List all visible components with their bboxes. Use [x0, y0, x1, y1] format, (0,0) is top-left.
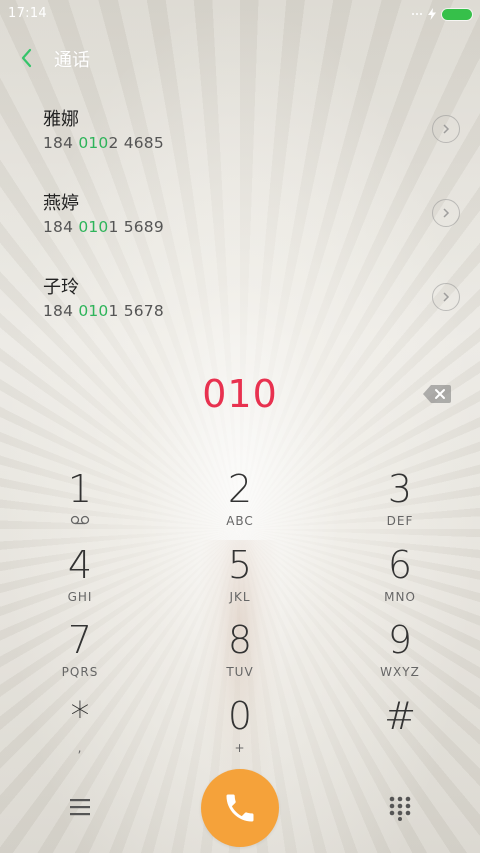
- number-suffix: 2 4685: [108, 134, 164, 152]
- key-letters: TUV: [226, 665, 254, 679]
- key-digit: 3: [387, 467, 413, 511]
- contact-name: 子玲: [43, 277, 79, 298]
- key-digit: *: [70, 694, 90, 738]
- key-letters: +: [234, 741, 246, 755]
- contact-number: 184 0101 5678: [43, 302, 164, 320]
- key-letters: PQRS: [61, 665, 99, 679]
- dialpad-icon[interactable]: [388, 795, 412, 821]
- key-5[interactable]: 5 JKL: [175, 542, 305, 614]
- status-time: 17:14: [8, 6, 47, 21]
- key-2[interactable]: 2 ABC: [175, 466, 305, 538]
- charging-bolt-icon: [428, 8, 436, 20]
- number-match: 010: [78, 218, 109, 236]
- key-1[interactable]: 1: [15, 466, 145, 538]
- contact-row[interactable]: 雅娜 184 0102 4685: [0, 96, 480, 180]
- key-letters: [335, 741, 465, 755]
- key-6[interactable]: 6 MNO: [335, 542, 465, 614]
- number-match: 010: [78, 302, 109, 320]
- status-icons: [412, 8, 472, 20]
- number-prefix: 184: [43, 302, 79, 320]
- key-digit: 4: [67, 543, 93, 587]
- key-letters: MNO: [384, 590, 416, 604]
- contact-row[interactable]: 子玲 184 0101 5678: [0, 264, 480, 348]
- key-letters: ,: [77, 741, 83, 755]
- key-0[interactable]: 0 +: [175, 693, 305, 765]
- contact-number: 184 0101 5689: [43, 218, 164, 236]
- key-digit: 5: [227, 543, 253, 587]
- key-7[interactable]: 7 PQRS: [15, 617, 145, 689]
- number-prefix: 184: [43, 134, 79, 152]
- bottom-bar: [0, 768, 480, 853]
- voicemail-icon: [15, 514, 145, 528]
- key-digit: #: [384, 694, 416, 738]
- status-bar: 17:14: [0, 0, 480, 28]
- key-digit: 6: [387, 543, 413, 587]
- menu-icon[interactable]: [68, 796, 92, 818]
- contact-name: 燕婷: [43, 193, 79, 214]
- key-digit: 9: [387, 618, 413, 662]
- key-letters: GHI: [67, 590, 93, 604]
- chevron-right-icon: [443, 124, 450, 134]
- key-digit: 7: [67, 618, 93, 662]
- contact-detail-button[interactable]: [432, 115, 460, 143]
- key-digit: 2: [227, 467, 253, 511]
- key-letters: ABC: [226, 514, 254, 528]
- contact-list: 雅娜 184 0102 4685 燕婷 184 0101 5689 子玲 184…: [0, 96, 480, 348]
- key-9[interactable]: 9 WXYZ: [335, 617, 465, 689]
- contact-detail-button[interactable]: [432, 283, 460, 311]
- contact-detail-button[interactable]: [432, 199, 460, 227]
- key-digit: 0: [227, 694, 253, 738]
- key-digit: 1: [67, 467, 93, 511]
- key-star[interactable]: * ,: [15, 693, 145, 765]
- contact-number: 184 0102 4685: [43, 134, 164, 152]
- key-letters: DEF: [386, 514, 414, 528]
- dialed-number: 010: [202, 372, 278, 416]
- number-match: 010: [78, 134, 109, 152]
- contact-name: 雅娜: [43, 109, 79, 130]
- phone-icon: [226, 794, 254, 822]
- key-hash[interactable]: #: [335, 693, 465, 765]
- number-suffix: 1 5678: [108, 302, 164, 320]
- chevron-right-icon: [443, 208, 450, 218]
- back-arrow-icon[interactable]: [16, 44, 38, 72]
- key-letters: JKL: [229, 590, 251, 604]
- call-button[interactable]: [201, 769, 279, 847]
- contact-row[interactable]: 燕婷 184 0101 5689: [0, 180, 480, 264]
- battery-icon: [442, 8, 472, 20]
- key-8[interactable]: 8 TUV: [175, 617, 305, 689]
- key-3[interactable]: 3 DEF: [335, 466, 465, 538]
- page-title: 通话: [54, 50, 90, 71]
- key-digit: 8: [227, 618, 253, 662]
- chevron-right-icon: [443, 292, 450, 302]
- key-letters: WXYZ: [380, 665, 420, 679]
- more-dots-icon: [412, 12, 422, 16]
- header: 通话: [0, 40, 480, 76]
- key-4[interactable]: 4 GHI: [15, 542, 145, 614]
- number-suffix: 1 5689: [108, 218, 164, 236]
- number-prefix: 184: [43, 218, 79, 236]
- backspace-icon[interactable]: [422, 383, 452, 405]
